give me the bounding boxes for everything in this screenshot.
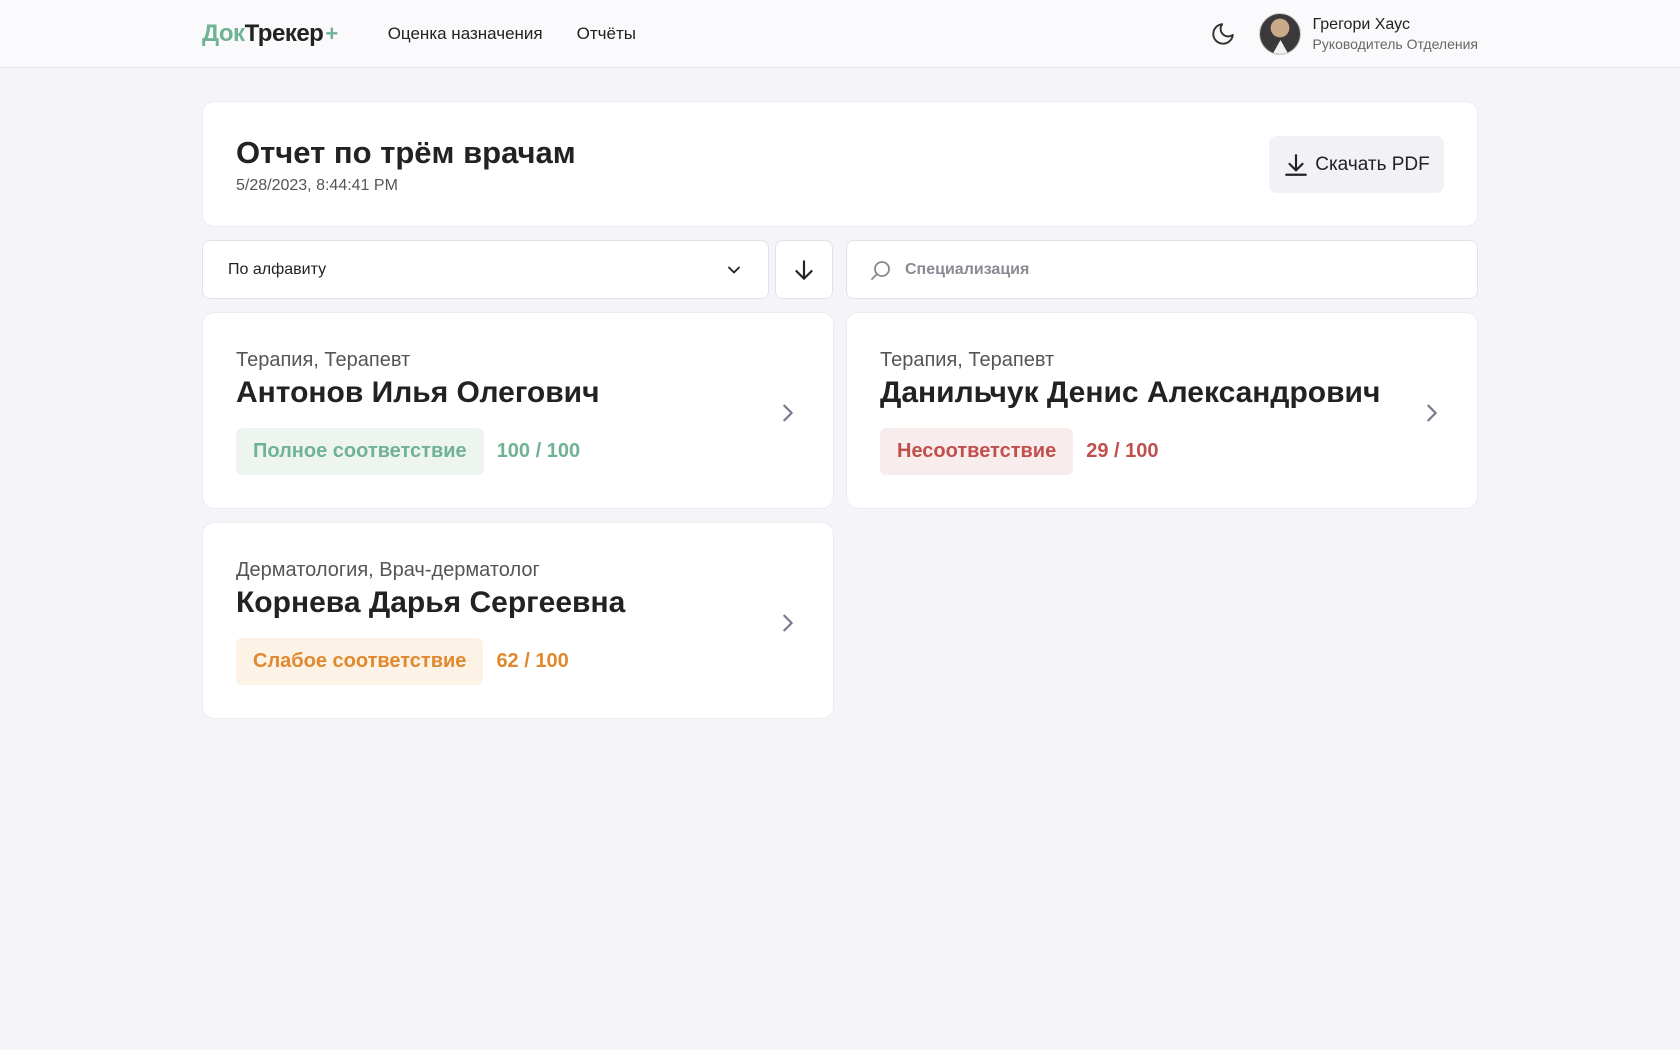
sort-direction-button[interactable] [775,240,833,299]
chevron-right-icon [1421,399,1443,427]
doctor-specialization: Терапия, Терапевт [236,349,411,371]
doctor-score: 100 / 100 [496,440,581,462]
doctor-card[interactable]: Дерматология, Врач-дерматолог Корнева Да… [202,522,834,719]
doctor-specialization: Терапия, Терапевт [880,349,1055,371]
user-info: Грегори Хаус Руководитель Отделения [1313,16,1479,52]
main-nav: Оценка назначения Отчёты [388,24,636,44]
download-pdf-label: Скачать PDF [1315,153,1430,175]
chevron-down-icon [724,260,744,280]
doctor-score: 29 / 100 [1086,440,1159,462]
arrow-down-icon [795,259,813,280]
doctor-card[interactable]: Терапия, Терапевт Антонов Илья Олегович … [202,312,834,509]
nav-item-reports[interactable]: Отчёты [577,24,636,44]
user-name: Грегори Хаус [1312,16,1410,33]
download-icon [1285,153,1308,176]
report-date: 5/28/2023, 8:44:41 PM [236,177,398,194]
avatar[interactable] [1258,13,1301,55]
chevron-right-icon [777,609,799,637]
chevron-right-icon [777,399,799,427]
doctor-name: Данильчук Денис Александрович [880,376,1381,409]
report-header-card: Отчет по трём врачам 5/28/2023, 8:44:41 … [202,101,1478,227]
dark-mode-toggle[interactable] [1209,20,1237,48]
doctor-name: Корнева Дарья Сергеевна [236,586,626,619]
doctor-list: Терапия, Терапевт Антонов Илья Олегович … [202,312,1478,719]
search-icon [871,260,890,280]
download-pdf-button[interactable]: Скачать PDF [1269,136,1444,193]
sort-select[interactable]: По алфавиту [202,240,769,299]
sort-select-value: По алфавиту [228,260,327,278]
logo-part1: Док [202,20,245,47]
app-logo[interactable]: Док Трекер + [202,20,338,48]
page-title: Отчет по трём врачам [236,135,576,170]
nav-item-assessment[interactable]: Оценка назначения [388,24,543,44]
top-navbar: Док Трекер + Оценка назначения Отчёты Грег… [0,0,1680,68]
search-input[interactable] [905,260,1405,279]
status-badge: Полное соответствие [236,428,484,475]
doctor-score: 62 / 100 [496,650,569,672]
doctor-specialization: Дерматология, Врач-дерматолог [236,559,540,581]
status-badge: Несоответствие [880,428,1074,475]
main-content: Отчет по трём врачам 5/28/2023, 8:44:41 … [202,101,1478,719]
doctor-card[interactable]: Терапия, Терапевт Данильчук Денис Алекса… [846,312,1478,509]
search-box[interactable] [846,240,1478,299]
moon-icon [1211,23,1234,45]
filters-bar: По алфавиту [202,240,1478,299]
status-badge: Слабое соответствие [236,638,484,685]
doctor-name: Антонов Илья Олегович [236,376,600,409]
user-role: Руководитель Отделения [1312,36,1479,52]
logo-plus-icon: + [325,21,338,46]
logo-part2: Трекер [244,20,324,47]
